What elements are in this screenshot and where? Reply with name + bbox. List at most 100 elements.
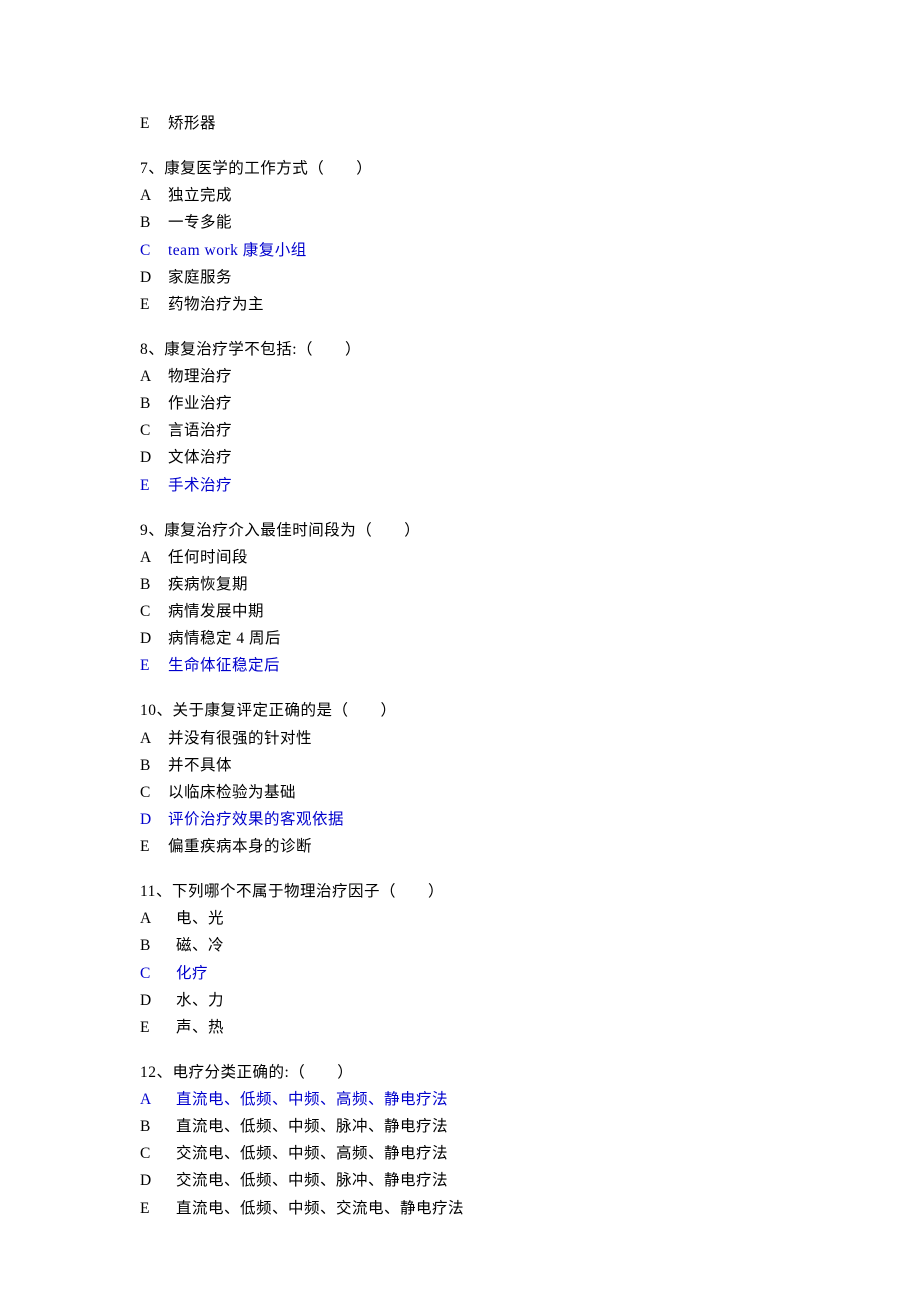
answer-option-line: D评价治疗效果的客观依据 <box>140 806 780 833</box>
option-line: A物理治疗 <box>140 363 780 390</box>
option-text: 文体治疗 <box>158 449 232 466</box>
question-number: 10 <box>140 702 157 719</box>
option-text: 直流电、低频、中频、高频、静电疗法 <box>158 1091 448 1108</box>
question-stem-text: 、康复治疗学不包括:（ ） <box>148 341 361 358</box>
option-text: 言语治疗 <box>158 422 232 439</box>
answer-option-line: C化疗 <box>140 960 780 987</box>
question-block: 12、电疗分类正确的:（ ）A直流电、低频、中频、高频、静电疗法B直流电、低频、… <box>140 1059 780 1222</box>
question-block: 11、下列哪个不属于物理治疗因子（ ）A电、光B磁、冷C化疗D水、力E声、热 <box>140 878 780 1041</box>
option-letter: B <box>140 932 158 959</box>
option-line: E药物治疗为主 <box>140 291 780 318</box>
option-text: 并没有很强的针对性 <box>158 730 312 747</box>
option-letter: B <box>140 390 158 417</box>
option-text: 疾病恢复期 <box>158 576 248 593</box>
option-text: 水、力 <box>158 992 224 1009</box>
option-line: E偏重疾病本身的诊断 <box>140 833 780 860</box>
option-letter: C <box>140 1140 158 1167</box>
question-number: 7 <box>140 160 148 177</box>
question-block: 7、康复医学的工作方式（ ）A独立完成B一专多能Cteam work 康复小组D… <box>140 155 780 318</box>
question-stem-text: 、康复医学的工作方式（ ） <box>148 160 372 177</box>
question-number: 11 <box>140 883 156 900</box>
option-text: 直流电、低频、中频、交流电、静电疗法 <box>158 1200 464 1217</box>
option-line: A并没有很强的针对性 <box>140 725 780 752</box>
answer-option-line: E手术治疗 <box>140 472 780 499</box>
questions-container: 7、康复医学的工作方式（ ）A独立完成B一专多能Cteam work 康复小组D… <box>140 155 780 1222</box>
option-line: C交流电、低频、中频、高频、静电疗法 <box>140 1140 780 1167</box>
question-stem: 7、康复医学的工作方式（ ） <box>140 155 780 182</box>
option-line: B疾病恢复期 <box>140 571 780 598</box>
option-letter: C <box>140 960 158 987</box>
option-letter: D <box>140 987 158 1014</box>
option-text-cn: 康复小组 <box>243 242 307 259</box>
option-text: 化疗 <box>158 965 208 982</box>
option-line: C病情发展中期 <box>140 598 780 625</box>
option-line: C言语治疗 <box>140 417 780 444</box>
option-letter: C <box>140 779 158 806</box>
question-stem-text: 、下列哪个不属于物理治疗因子（ ） <box>156 883 444 900</box>
option-letter: E <box>140 291 158 318</box>
answer-option-line: E生命体征稳定后 <box>140 652 780 679</box>
question-stem: 8、康复治疗学不包括:（ ） <box>140 336 780 363</box>
orphan-option-block: E矫形器 <box>140 110 780 137</box>
question-stem: 9、康复治疗介入最佳时间段为（ ） <box>140 517 780 544</box>
option-letter: B <box>140 209 158 236</box>
option-letter: A <box>140 544 158 571</box>
question-stem: 11、下列哪个不属于物理治疗因子（ ） <box>140 878 780 905</box>
option-line: E声、热 <box>140 1014 780 1041</box>
option-text: team work 康复小组 <box>158 242 307 259</box>
option-text: 任何时间段 <box>158 549 248 566</box>
option-line: B一专多能 <box>140 209 780 236</box>
question-block: 10、关于康复评定正确的是（ ）A并没有很强的针对性B并不具体C以临床检验为基础… <box>140 697 780 860</box>
option-text: 物理治疗 <box>158 368 232 385</box>
option-text: 磁、冷 <box>158 937 224 954</box>
option-text: 生命体征稳定后 <box>158 657 280 674</box>
option-text: 评价治疗效果的客观依据 <box>158 811 344 828</box>
option-text: 作业治疗 <box>158 395 232 412</box>
option-text: 一专多能 <box>158 214 232 231</box>
option-line: E矫形器 <box>140 110 780 137</box>
option-line: A独立完成 <box>140 182 780 209</box>
option-text: 交流电、低频、中频、高频、静电疗法 <box>158 1145 448 1162</box>
option-text: 家庭服务 <box>158 269 232 286</box>
question-number: 12 <box>140 1064 157 1081</box>
option-line: D水、力 <box>140 987 780 1014</box>
answer-option-line: A直流电、低频、中频、高频、静电疗法 <box>140 1086 780 1113</box>
option-line: B磁、冷 <box>140 932 780 959</box>
option-letter: E <box>140 110 158 137</box>
option-letter: D <box>140 625 158 652</box>
option-letter: C <box>140 598 158 625</box>
option-text: 声、热 <box>158 1019 224 1036</box>
option-letter: E <box>140 1195 158 1222</box>
option-letter: C <box>140 237 158 264</box>
option-letter: A <box>140 1086 158 1113</box>
option-letter: E <box>140 1014 158 1041</box>
option-text: 矫形器 <box>158 115 216 132</box>
option-text: 以临床检验为基础 <box>158 784 296 801</box>
option-letter: A <box>140 725 158 752</box>
option-text: 交流电、低频、中频、脉冲、静电疗法 <box>158 1172 448 1189</box>
option-letter: A <box>140 363 158 390</box>
option-text: 电、光 <box>158 910 224 927</box>
option-line: A任何时间段 <box>140 544 780 571</box>
question-stem: 12、电疗分类正确的:（ ） <box>140 1059 780 1086</box>
option-line: B直流电、低频、中频、脉冲、静电疗法 <box>140 1113 780 1140</box>
option-line: D交流电、低频、中频、脉冲、静电疗法 <box>140 1167 780 1194</box>
question-stem-text: 、康复治疗介入最佳时间段为（ ） <box>148 522 420 539</box>
question-stem-text: 、关于康复评定正确的是（ ） <box>157 702 397 719</box>
option-text: 手术治疗 <box>158 477 232 494</box>
option-line: D病情稳定 4 周后 <box>140 625 780 652</box>
question-stem: 10、关于康复评定正确的是（ ） <box>140 697 780 724</box>
option-text-latin: team work <box>168 242 243 259</box>
option-letter: D <box>140 444 158 471</box>
question-number: 9 <box>140 522 148 539</box>
option-letter: C <box>140 417 158 444</box>
option-letter: D <box>140 806 158 833</box>
option-text: 病情发展中期 <box>158 603 264 620</box>
question-number: 8 <box>140 341 148 358</box>
option-line: B作业治疗 <box>140 390 780 417</box>
option-letter: E <box>140 652 158 679</box>
answer-option-line: Cteam work 康复小组 <box>140 237 780 264</box>
option-text: 药物治疗为主 <box>158 296 264 313</box>
option-text: 独立完成 <box>158 187 232 204</box>
option-line: B并不具体 <box>140 752 780 779</box>
